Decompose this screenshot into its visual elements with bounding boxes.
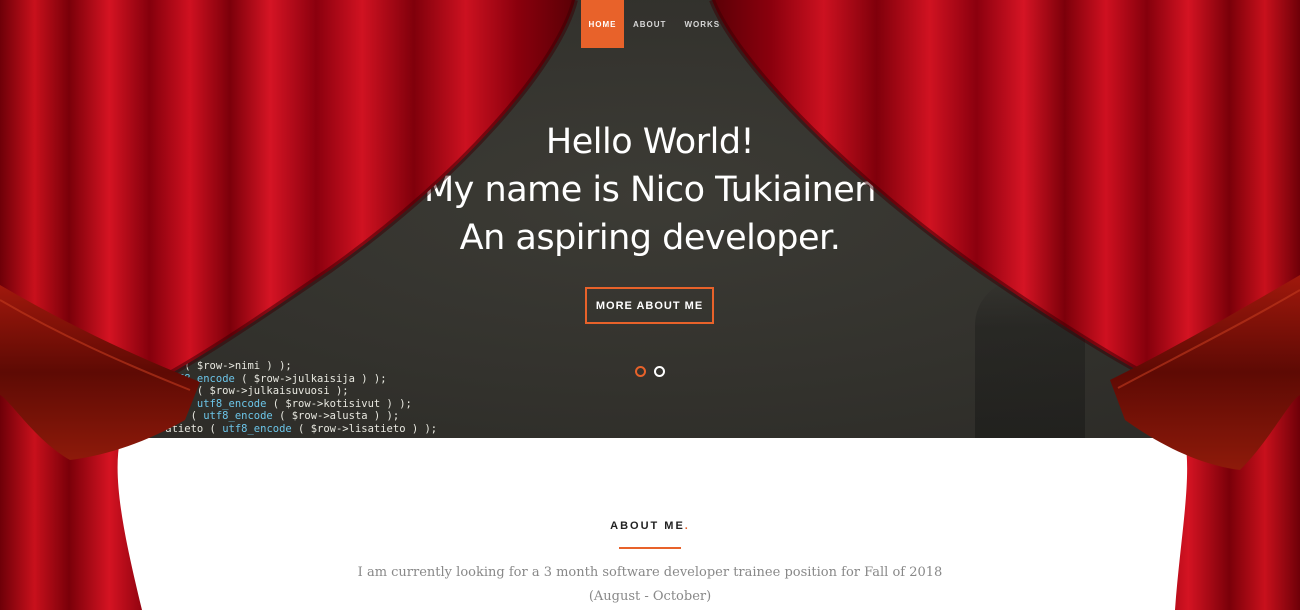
hero-headline: Hello World! My name is Nico Tukiainen A… (350, 118, 950, 262)
more-about-me-button[interactable]: MORE ABOUT ME (585, 287, 714, 324)
hero-line-2: My name is Nico Tukiainen (423, 170, 877, 210)
about-text: I am currently looking for a 3 month sof… (357, 565, 943, 604)
hero-section: ue ( $row->nimi ) ); utf8_encode ( $row-… (0, 0, 1300, 438)
slide-dot-2[interactable] (654, 366, 665, 377)
nav-item-about[interactable]: ABOUT (624, 0, 675, 48)
page: ue ( $row->nimi ) ); utf8_encode ( $row-… (0, 0, 1300, 610)
nav-item-home[interactable]: HOME (581, 0, 624, 48)
slide-dot-1[interactable] (635, 366, 646, 377)
code-line: ut ( utf8_encode ( $row->kotisivut ) ); (140, 397, 412, 410)
hero-line-3: An aspiring developer. (459, 218, 841, 258)
background-figure (975, 280, 1085, 438)
about-heading: ABOUT ME. (0, 520, 1300, 532)
about-heading-accent: . (684, 520, 690, 532)
code-line: atieto ( utf8_encode ( $row->lisatieto )… (140, 422, 438, 435)
code-line: utf8_encode ( $row->julkaisija ) ); (165, 372, 387, 385)
hero-line-1: Hello World! (545, 122, 755, 162)
code-line: ue ( $row->nimi ) ); (140, 360, 292, 372)
main-nav: HOME ABOUT WORKS (581, 0, 729, 48)
about-heading-text: ABOUT ME (610, 520, 685, 532)
code-line: rmi ( utf8_encode ( $row->alusta ) ); (140, 410, 400, 423)
code-line: uosi ( $row->julkaisuvuosi ); (140, 385, 349, 398)
slider-dots (635, 366, 665, 377)
code-snippet: ue ( $row->nimi ) ); utf8_encode ( $row-… (140, 360, 437, 436)
about-divider (619, 547, 681, 549)
nav-item-works[interactable]: WORKS (675, 0, 729, 48)
